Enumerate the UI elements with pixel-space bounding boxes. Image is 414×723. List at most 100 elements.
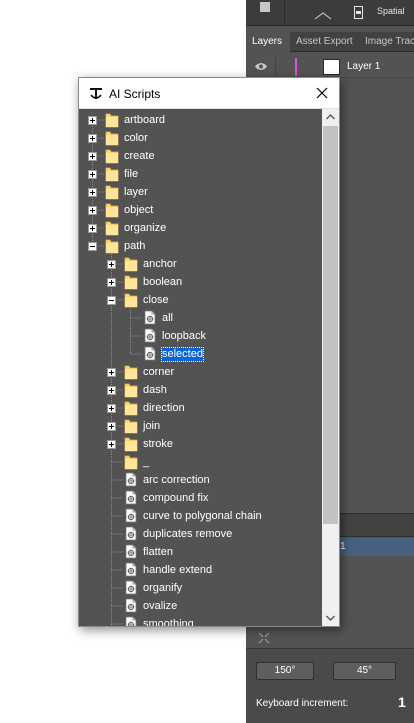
transform-icon[interactable] xyxy=(258,632,270,644)
panel-menu-icon[interactable] xyxy=(260,2,270,12)
tree-folder-item[interactable]: stroke xyxy=(79,436,322,453)
collapse-icon[interactable] xyxy=(107,296,116,305)
tree-item-label[interactable]: flatten xyxy=(142,545,174,560)
eye-icon[interactable] xyxy=(254,62,268,71)
expand-icon[interactable] xyxy=(88,206,97,215)
tree-item-label[interactable]: create xyxy=(123,149,156,164)
tree-script-item[interactable]: handle extend xyxy=(79,562,322,579)
tree-item-label[interactable]: duplicates remove xyxy=(142,527,233,542)
tree-item-label[interactable]: smoothing xyxy=(142,617,195,626)
tree-folder-item[interactable]: join xyxy=(79,418,322,435)
tree-item-label[interactable]: corner xyxy=(142,365,175,380)
shape-icon[interactable] xyxy=(314,12,332,20)
close-button[interactable] xyxy=(309,81,335,106)
tree-folder-item[interactable]: color xyxy=(79,130,322,147)
layer-row[interactable]: Layer 1 xyxy=(246,56,414,78)
tree-script-item[interactable]: selected xyxy=(79,346,322,363)
tree-folder-item[interactable]: anchor xyxy=(79,256,322,273)
expand-icon[interactable] xyxy=(88,188,97,197)
tree-folder-item[interactable]: artboard xyxy=(79,112,322,129)
tree-folder-item[interactable]: _ xyxy=(79,454,322,471)
folder-icon xyxy=(124,455,138,470)
tab-asset-export[interactable]: Asset Export xyxy=(290,32,359,52)
scroll-down-arrow-icon[interactable] xyxy=(322,609,339,626)
tree-item-label[interactable]: path xyxy=(123,239,146,254)
tree-script-item[interactable]: arc correction xyxy=(79,472,322,489)
tree-item-label[interactable]: selected xyxy=(161,347,204,362)
tree-item-label[interactable]: stroke xyxy=(142,437,174,452)
expand-icon[interactable] xyxy=(107,404,116,413)
tree-item-label[interactable]: layer xyxy=(123,185,149,200)
expand-icon[interactable] xyxy=(107,260,116,269)
tree-item-label[interactable]: handle extend xyxy=(142,563,213,578)
angle-150-button[interactable]: 150° xyxy=(256,662,314,680)
script-tree[interactable]: artboard color create file layer object organi… xyxy=(79,109,339,626)
folder-icon xyxy=(105,167,119,182)
expand-icon[interactable] xyxy=(88,134,97,143)
tree-script-item[interactable]: all xyxy=(79,310,322,327)
tree-item-label[interactable]: loopback xyxy=(161,329,207,344)
expand-icon[interactable] xyxy=(88,116,97,125)
tree-item-label[interactable]: organify xyxy=(142,581,183,596)
window-titlebar[interactable]: AI Scripts xyxy=(79,78,339,109)
tree-folder-item[interactable]: boolean xyxy=(79,274,322,291)
tree-folder-item[interactable]: object xyxy=(79,202,322,219)
expand-icon[interactable] xyxy=(88,224,97,233)
tree-folder-item[interactable]: organize xyxy=(79,220,322,237)
tree-item-label[interactable]: file xyxy=(123,167,139,182)
expand-icon[interactable] xyxy=(107,278,116,287)
tree-script-item[interactable]: loopback xyxy=(79,328,322,345)
tree-script-item[interactable]: flatten xyxy=(79,544,322,561)
keyboard-increment-value[interactable]: 1 xyxy=(398,694,406,710)
collapse-icon[interactable] xyxy=(88,242,97,251)
spatial-icon[interactable] xyxy=(354,6,363,19)
close-icon[interactable] xyxy=(316,87,328,99)
vertical-scrollbar[interactable] xyxy=(322,109,339,626)
tree-item-label[interactable]: all xyxy=(161,311,174,326)
tree-script-item[interactable]: duplicates remove xyxy=(79,526,322,543)
tree-script-item[interactable]: smoothing xyxy=(79,616,322,626)
tree-script-item[interactable]: ovalize xyxy=(79,598,322,615)
tree-item-label[interactable]: organize xyxy=(123,221,167,236)
tree-folder-item[interactable]: path xyxy=(79,238,322,255)
expand-icon[interactable] xyxy=(88,152,97,161)
tree-item-label[interactable]: direction xyxy=(142,401,186,416)
scroll-up-arrow-icon[interactable] xyxy=(322,109,339,126)
tree-folder-item[interactable]: direction xyxy=(79,400,322,417)
tree-item-label[interactable]: curve to polygonal chain xyxy=(142,509,263,524)
expand-icon[interactable] xyxy=(107,368,116,377)
tree-folder-item[interactable]: create xyxy=(79,148,322,165)
selected-list-row[interactable]: 1 xyxy=(336,538,414,556)
tree-script-item[interactable]: compound fix xyxy=(79,490,322,507)
layer-thumbnail xyxy=(323,59,340,75)
tree-folder-item[interactable]: corner xyxy=(79,364,322,381)
tree-script-item[interactable]: organify xyxy=(79,580,322,597)
layer-name[interactable]: Layer 1 xyxy=(347,61,380,72)
tree-folder-item[interactable]: dash xyxy=(79,382,322,399)
tree-script-item[interactable]: curve to polygonal chain xyxy=(79,508,322,525)
scrollbar-thumb[interactable] xyxy=(323,126,338,524)
tree-item-label[interactable]: compound fix xyxy=(142,491,209,506)
tree-item-label[interactable]: object xyxy=(123,203,154,218)
angle-45-button[interactable]: 45° xyxy=(333,662,396,680)
expand-icon[interactable] xyxy=(88,170,97,179)
tree-item-label[interactable]: artboard xyxy=(123,113,166,128)
tree-item-label[interactable]: anchor xyxy=(142,257,178,272)
tree-item-label[interactable]: boolean xyxy=(142,275,183,290)
tab-image-trace[interactable]: Image Trace xyxy=(359,32,414,52)
tree-item-label[interactable]: ovalize xyxy=(142,599,178,614)
tree-item-label[interactable]: _ xyxy=(142,455,150,470)
tree-item-label[interactable]: color xyxy=(123,131,149,146)
expand-icon[interactable] xyxy=(107,386,116,395)
script-file-icon xyxy=(125,526,137,541)
expand-icon[interactable] xyxy=(107,422,116,431)
tree-item-label[interactable]: join xyxy=(142,419,161,434)
tree-item-label[interactable]: dash xyxy=(142,383,168,398)
expand-icon[interactable] xyxy=(107,440,116,449)
tab-layers[interactable]: Layers xyxy=(246,32,290,52)
tree-folder-item[interactable]: file xyxy=(79,166,322,183)
tree-item-label[interactable]: arc correction xyxy=(142,473,211,488)
tree-folder-item[interactable]: close xyxy=(79,292,322,309)
tree-folder-item[interactable]: layer xyxy=(79,184,322,201)
tree-item-label[interactable]: close xyxy=(142,293,170,308)
